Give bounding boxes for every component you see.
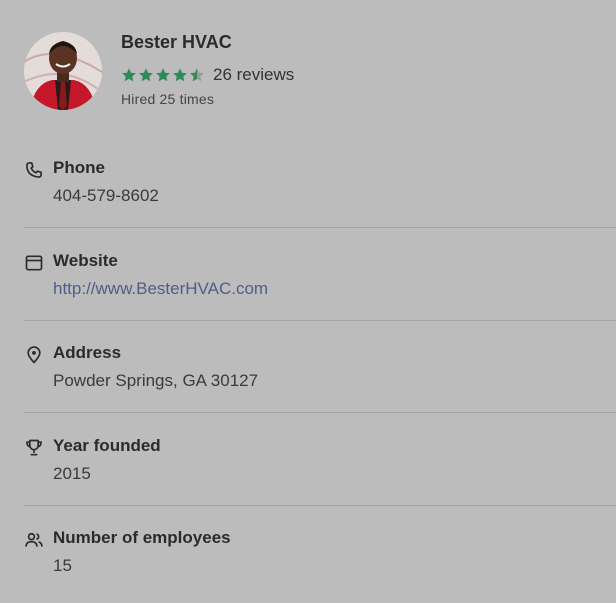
website-link[interactable]: http://www.BesterHVAC.com [53,279,268,299]
browser-window-icon [25,255,43,271]
location-pin-icon [27,346,41,364]
year-founded-label: Year founded [53,436,161,455]
business-header: Bester HVAC 26 reviews Hired 25 times [24,30,604,110]
business-name[interactable]: Bester HVAC [121,32,232,53]
star-icon [139,68,153,82]
star-icon [173,68,187,82]
divider [24,227,616,228]
rating-row[interactable]: 26 reviews [121,64,294,86]
phone-value[interactable]: 404-579-8602 [53,186,159,206]
year-founded-value: 2015 [53,464,91,483]
employees-label: Number of employees [53,528,231,547]
address-value[interactable]: Powder Springs, GA 30127 [53,371,258,391]
website-label: Website [53,251,118,270]
divider [24,320,616,321]
phone-icon [26,162,42,178]
divider [24,505,616,506]
business-avatar[interactable] [24,32,102,110]
employees-value: 15 [53,556,72,575]
star-icon [122,68,136,82]
reviews-count[interactable]: 26 reviews [213,65,294,85]
trophy-icon [26,439,42,456]
half-star-icon [190,68,204,82]
hired-count: Hired 25 times [121,91,215,107]
address-label: Address [53,343,122,362]
star-icon [156,68,170,82]
divider [24,412,616,413]
people-icon [25,532,43,547]
phone-label: Phone [53,158,105,177]
star-rating [121,67,205,83]
